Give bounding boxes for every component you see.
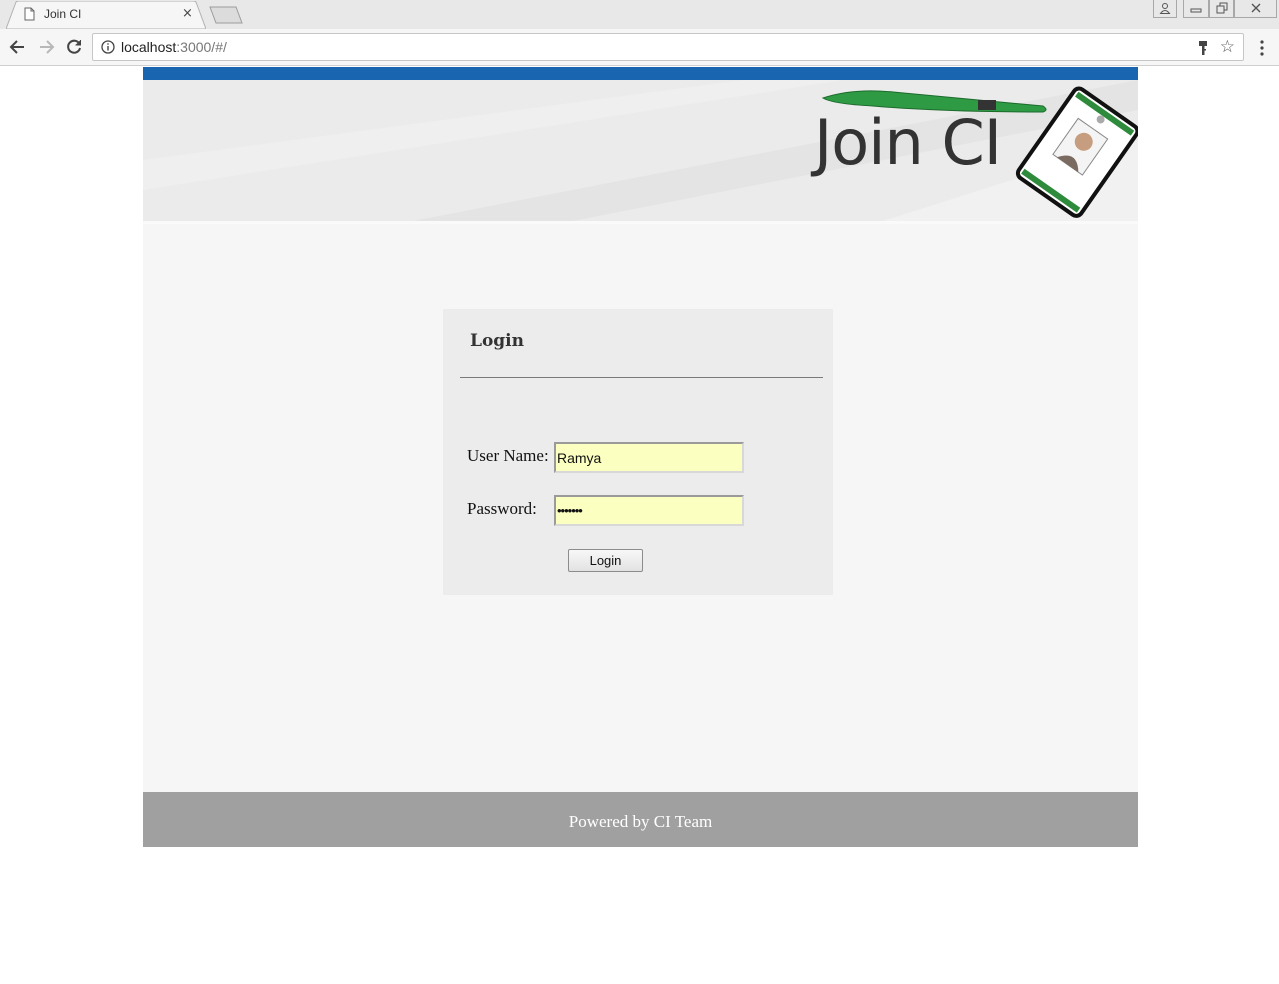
address-bar[interactable]: localhost:3000/#/ ☆ (92, 33, 1244, 61)
page-icon (24, 7, 35, 21)
close-icon (1251, 3, 1260, 13)
login-title: Login (470, 331, 524, 351)
info-icon[interactable] (101, 40, 115, 54)
footer-text: Powered by CI Team (568, 812, 713, 831)
url-text[interactable]: localhost:3000/#/ (121, 39, 227, 55)
bookmark-star-icon[interactable]: ☆ (1220, 38, 1235, 56)
person-icon (1159, 3, 1171, 14)
browser-tabstrip: Join CI × (0, 0, 1279, 29)
username-label: User Name: (467, 446, 549, 465)
page-container: Join CI Login User Name: Password: Login… (143, 67, 1138, 847)
restore-button[interactable] (1209, 0, 1234, 18)
top-accent-bar (143, 67, 1138, 80)
key-icon[interactable] (1197, 40, 1211, 56)
back-arrow-icon[interactable] (8, 37, 28, 57)
reload-icon[interactable] (64, 37, 84, 57)
username-input[interactable] (554, 442, 744, 473)
profile-button[interactable] (1153, 0, 1177, 18)
login-panel: Login User Name: Password: Login (443, 309, 833, 595)
browser-toolbar: localhost:3000/#/ ☆ (0, 29, 1279, 66)
restore-icon (1216, 2, 1227, 14)
banner-separator (143, 221, 1138, 224)
login-button[interactable]: Login (568, 549, 643, 572)
header-banner: Join CI (143, 80, 1138, 221)
new-tab-button[interactable] (208, 6, 244, 24)
logo-text: Join CI (814, 106, 1002, 179)
close-window-button[interactable] (1234, 0, 1277, 18)
login-divider (460, 377, 823, 378)
tab-title: Join CI (44, 7, 82, 21)
active-tab[interactable] (6, 1, 206, 29)
url-host: localhost (121, 39, 177, 55)
password-label: Password: (467, 499, 537, 518)
password-input[interactable] (554, 495, 744, 526)
tab-close-icon[interactable]: × (182, 6, 193, 22)
minimize-icon (1190, 8, 1202, 13)
forward-arrow-icon[interactable] (36, 37, 56, 57)
url-path: :3000/#/ (176, 39, 227, 55)
footer: Powered by CI Team (143, 792, 1138, 847)
browser-menu-icon[interactable] (1258, 38, 1266, 58)
minimize-button[interactable] (1183, 0, 1209, 18)
